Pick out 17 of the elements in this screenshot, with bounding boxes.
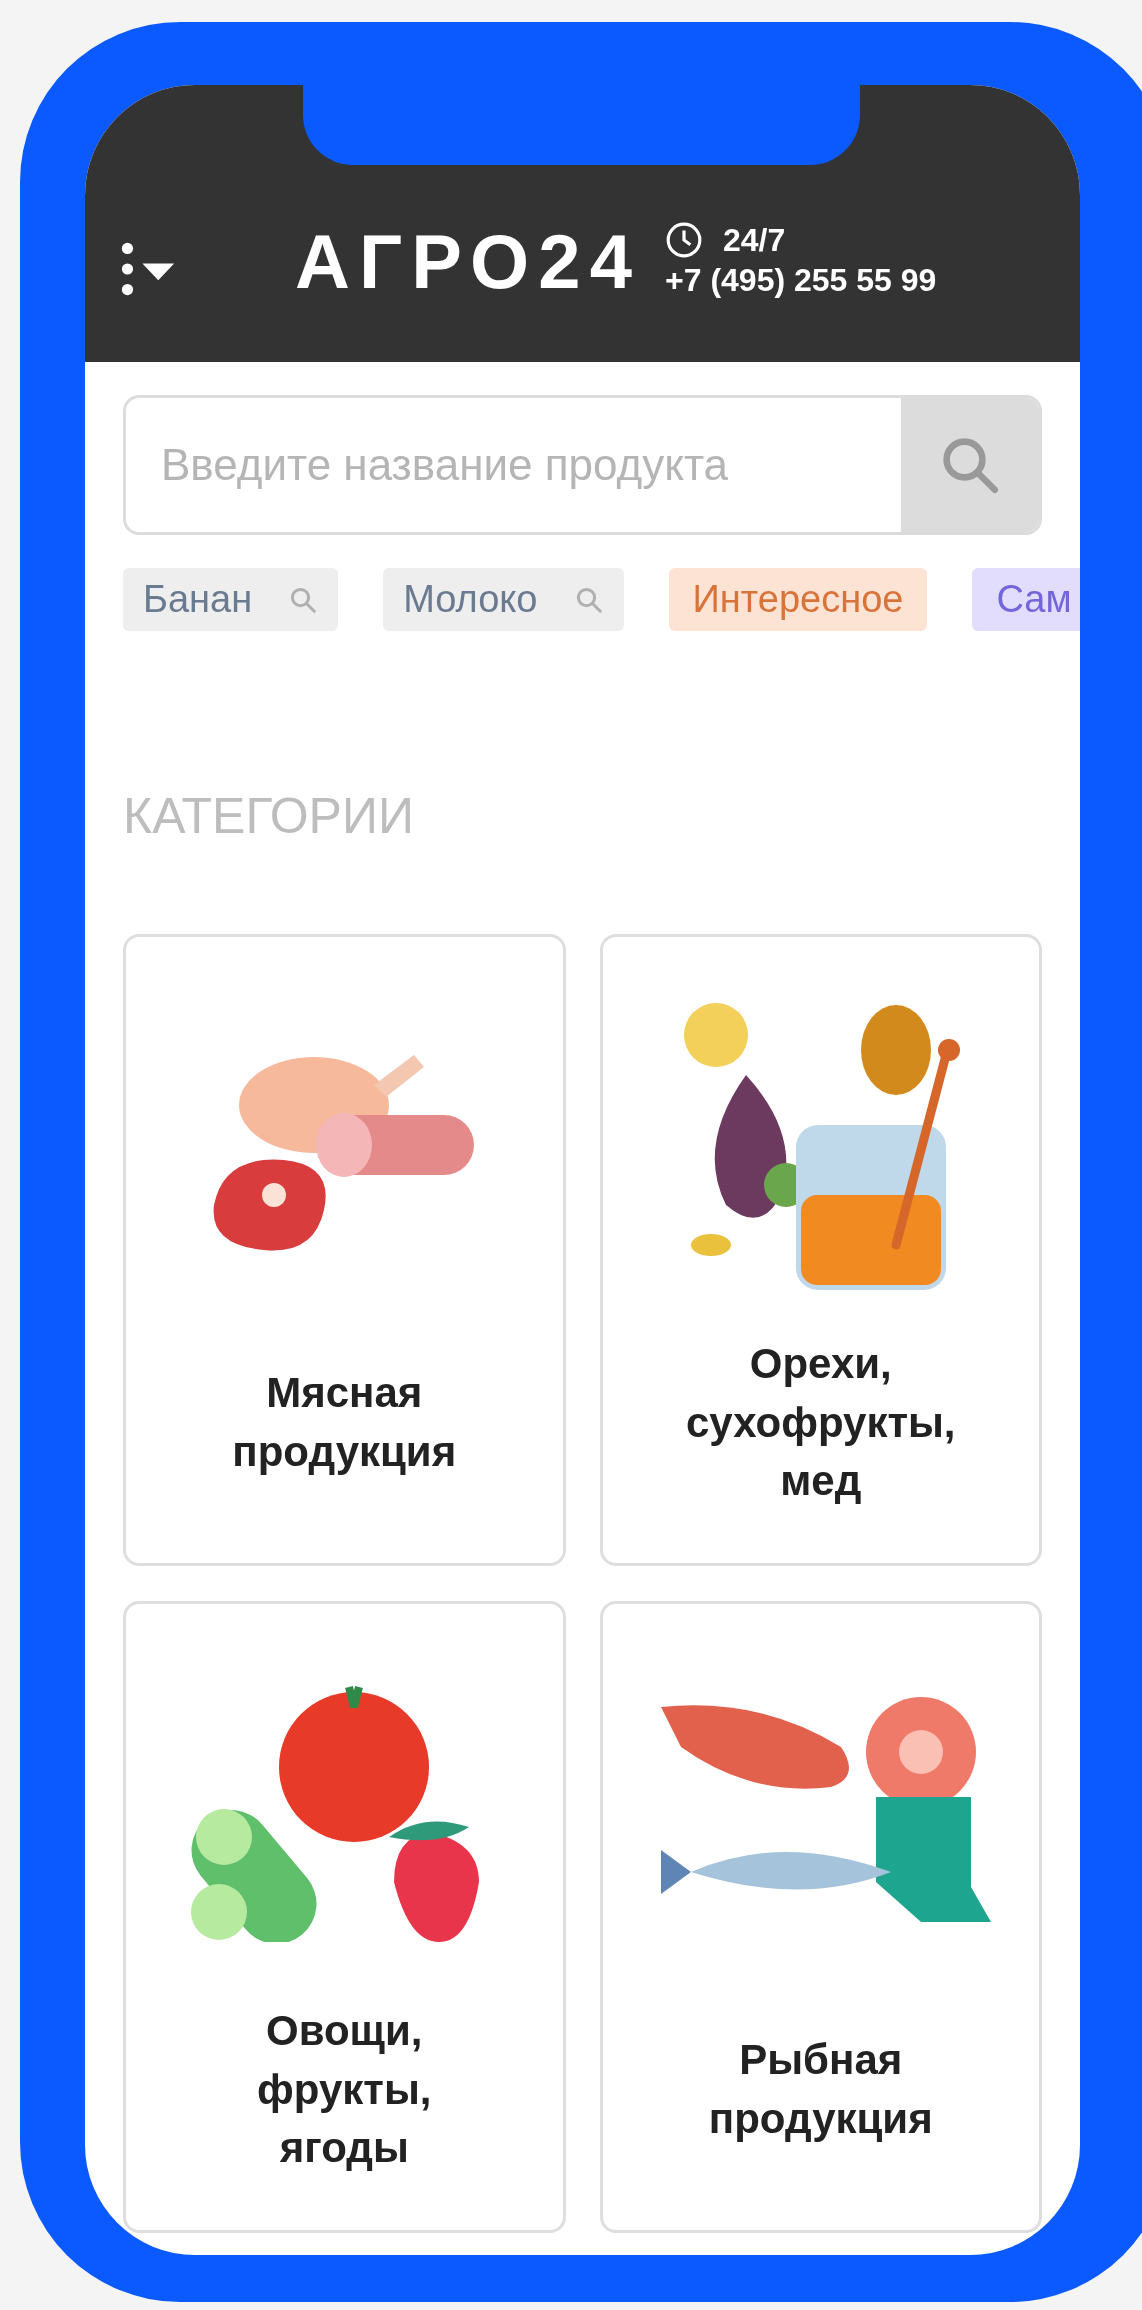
category-title: Рыбная продукция <box>707 2035 934 2144</box>
category-card[interactable]: Овощи, фрукты, ягоды <box>123 1601 566 2233</box>
hours-text: 24/7 <box>723 221 786 260</box>
search-tag[interactable]: Банан <box>123 568 339 631</box>
phone-number[interactable]: +7 (495) 255 55 99 <box>665 260 937 300</box>
category-card[interactable]: Мясная продукция <box>123 934 566 1566</box>
category-title: Мясная продукция <box>231 1368 458 1477</box>
search-field[interactable]: Введите название продукта <box>123 395 1042 535</box>
section-title: КАТЕГОРИИ <box>123 787 415 846</box>
category-title: Овощи, фрукты, ягоды <box>256 2005 433 2174</box>
search-input[interactable]: Введите название продукта <box>126 398 901 532</box>
logo[interactable]: АГРО24 <box>295 224 665 300</box>
category-card[interactable]: Рыбная продукция <box>599 1601 1042 2233</box>
category-title: Орехи, сухофрукты, мед <box>684 1338 957 1507</box>
clock-icon <box>665 221 703 259</box>
category-card[interactable]: Орехи, сухофрукты, мед <box>599 934 1042 1566</box>
search-tag[interactable]: Молоко <box>383 568 624 631</box>
